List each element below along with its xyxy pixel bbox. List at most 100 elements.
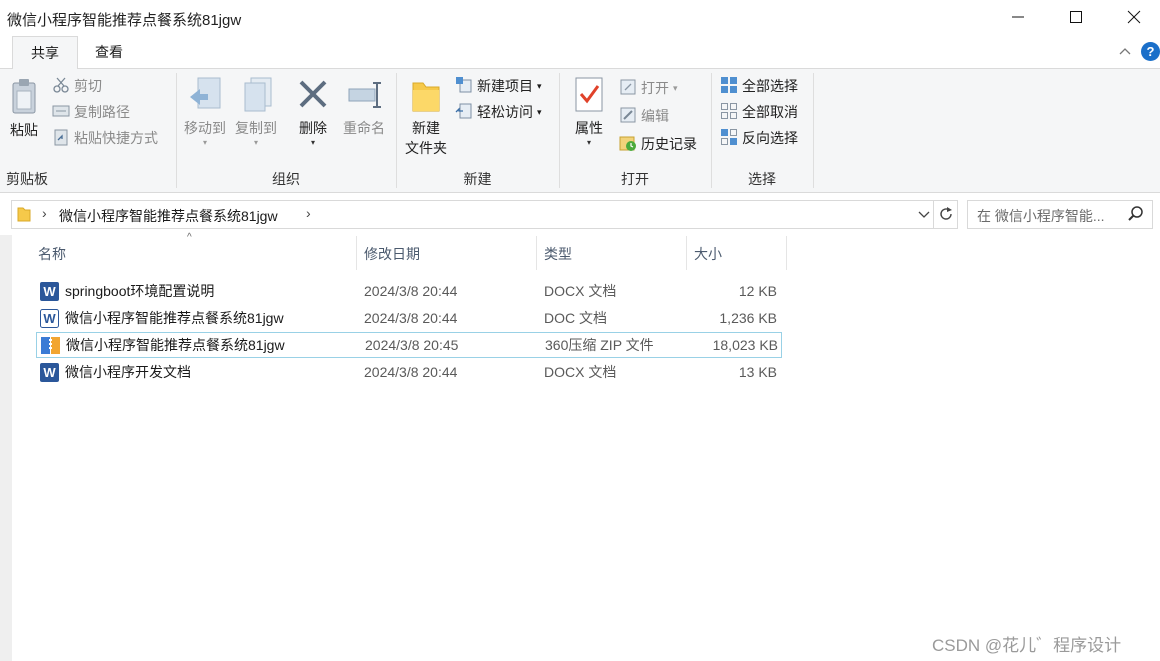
scissors-icon: [52, 76, 70, 97]
collapse-ribbon-icon[interactable]: [1118, 44, 1132, 61]
invert-selection-label: 反向选择: [742, 130, 798, 146]
close-icon: [1127, 10, 1141, 27]
open-group-label: 打开: [621, 171, 649, 187]
file-size: 12 KB: [738, 283, 777, 299]
delete-label: 删除: [299, 120, 327, 136]
select-none-button[interactable]: 全部取消: [720, 101, 798, 123]
edit-label: 编辑: [641, 108, 669, 124]
open-button[interactable]: 打开 ▾: [619, 77, 697, 99]
rename-button[interactable]: 重命名: [340, 75, 388, 138]
minimize-icon: [1011, 10, 1025, 27]
breadcrumb-path[interactable]: 微信小程序智能推荐点餐系统81jgw: [59, 206, 278, 226]
column-header-type[interactable]: 类型: [544, 242, 572, 266]
sort-ascending-icon: ^: [187, 232, 192, 243]
new-folder-button[interactable]: 新建 文件夹: [402, 75, 450, 158]
folder-icon: [17, 205, 31, 226]
column-divider[interactable]: [536, 236, 537, 270]
svg-text:W: W: [43, 365, 56, 380]
delete-button[interactable]: 删除 ▾: [294, 75, 332, 147]
file-row[interactable]: W 微信小程序开发文档 2024/3/8 20:44 DOCX 文档 13 KB: [36, 360, 782, 385]
file-row-selected[interactable]: 微信小程序智能推荐点餐系统81jgw 2024/3/8 20:45 360压缩 …: [36, 332, 782, 358]
easy-access-label: 轻松访问: [477, 104, 533, 120]
history-button[interactable]: 历史记录: [619, 133, 697, 155]
breadcrumb-chevron-icon[interactable]: ›: [306, 205, 311, 221]
rename-label: 重命名: [343, 120, 385, 136]
title-bar: 微信小程序智能推荐点餐系统81jgw: [0, 0, 1160, 36]
search-input[interactable]: 在 微信小程序智能...: [977, 206, 1105, 226]
tab-share[interactable]: 共享: [12, 36, 78, 69]
file-row[interactable]: W springboot环境配置说明 2024/3/8 20:44 DOCX 文…: [36, 279, 782, 304]
invert-selection-button[interactable]: 反向选择: [720, 127, 798, 149]
paste-button[interactable]: 粘贴: [6, 77, 42, 140]
open-small-buttons: 打开 ▾ 编辑 历史记录: [619, 77, 697, 155]
file-name: springboot环境配置说明: [65, 283, 215, 299]
open-label: 打开: [641, 80, 669, 96]
zip-archive-icon: [41, 336, 60, 355]
file-size: 18,023 KB: [712, 337, 778, 353]
tab-view[interactable]: 查看: [80, 36, 138, 68]
move-to-icon: [188, 77, 222, 118]
column-divider[interactable]: [686, 236, 687, 270]
column-divider[interactable]: [356, 236, 357, 270]
column-header-date[interactable]: 修改日期: [364, 242, 420, 266]
properties-check-icon: [572, 77, 606, 118]
file-name: 微信小程序智能推荐点餐系统81jgw: [65, 310, 284, 326]
folder-icon: [409, 82, 443, 118]
new-item-icon: [455, 76, 473, 97]
paste-shortcut-button[interactable]: 粘贴快捷方式: [52, 127, 158, 149]
cut-button[interactable]: 剪切: [52, 75, 158, 97]
paste-shortcut-icon: [52, 128, 70, 149]
select-all-button[interactable]: 全部选择: [720, 75, 798, 97]
organize-group-label: 组织: [272, 171, 300, 187]
properties-button[interactable]: 属性 ▾: [569, 75, 609, 147]
easy-access-button[interactable]: 轻松访问 ▾: [455, 101, 542, 123]
file-size: 13 KB: [738, 364, 777, 380]
copy-path-button[interactable]: 复制路径: [52, 101, 158, 123]
copy-to-icon: [239, 77, 273, 118]
breadcrumb-chevron-icon[interactable]: ›: [42, 205, 47, 221]
refresh-icon[interactable]: [937, 205, 955, 226]
minimize-button[interactable]: [989, 0, 1047, 36]
file-type: DOC 文档: [544, 310, 607, 326]
maximize-button[interactable]: [1047, 0, 1105, 36]
new-small-buttons: 新建项目 ▾ 轻松访问 ▾: [455, 75, 542, 123]
new-item-button[interactable]: 新建项目 ▾: [455, 75, 542, 97]
file-date: 2024/3/8 20:44: [364, 310, 458, 326]
file-type: 360压缩 ZIP 文件: [545, 337, 654, 353]
column-header-size[interactable]: 大小: [694, 242, 722, 266]
group-divider: [813, 73, 814, 188]
clipboard-small-buttons: 剪切 复制路径 粘贴快捷方式: [52, 75, 158, 149]
column-divider[interactable]: [786, 236, 787, 270]
close-button[interactable]: [1105, 0, 1160, 36]
column-header-name[interactable]: 名称: [38, 242, 66, 266]
edit-icon: [619, 106, 637, 127]
ribbon-tabs: 共享 查看 ?: [0, 36, 1160, 69]
select-all-icon: [720, 76, 738, 97]
file-row[interactable]: W 微信小程序智能推荐点餐系统81jgw 2024/3/8 20:44 DOC …: [36, 306, 782, 331]
word-doc-icon: W: [40, 363, 59, 382]
search-box[interactable]: 在 微信小程序智能...: [967, 200, 1153, 229]
select-group-label: 选择: [748, 171, 776, 187]
easy-access-icon: [455, 102, 473, 123]
select-all-label: 全部选择: [742, 78, 798, 94]
copy-path-label: 复制路径: [74, 104, 130, 120]
address-divider: [933, 201, 934, 228]
copy-to-button[interactable]: 复制到 ▾: [233, 75, 279, 147]
properties-label: 属性: [575, 120, 603, 136]
address-history-dropdown-icon[interactable]: [917, 204, 931, 227]
history-label: 历史记录: [641, 136, 697, 152]
address-bar[interactable]: › 微信小程序智能推荐点餐系统81jgw ›: [11, 200, 958, 229]
move-to-button[interactable]: 移动到 ▾: [182, 75, 228, 147]
copy-path-icon: [52, 102, 70, 123]
file-date: 2024/3/8 20:44: [364, 283, 458, 299]
invert-selection-icon: [720, 128, 738, 149]
help-icon[interactable]: ?: [1141, 42, 1160, 61]
move-to-label: 移动到: [184, 120, 226, 136]
cut-label: 剪切: [74, 78, 102, 94]
edit-button[interactable]: 编辑: [619, 105, 697, 127]
copy-to-label: 复制到: [235, 120, 277, 136]
file-type: DOCX 文档: [544, 283, 617, 299]
navigation-pane-edge[interactable]: [0, 235, 12, 661]
delete-x-icon: [296, 80, 330, 118]
file-date: 2024/3/8 20:45: [365, 337, 459, 353]
